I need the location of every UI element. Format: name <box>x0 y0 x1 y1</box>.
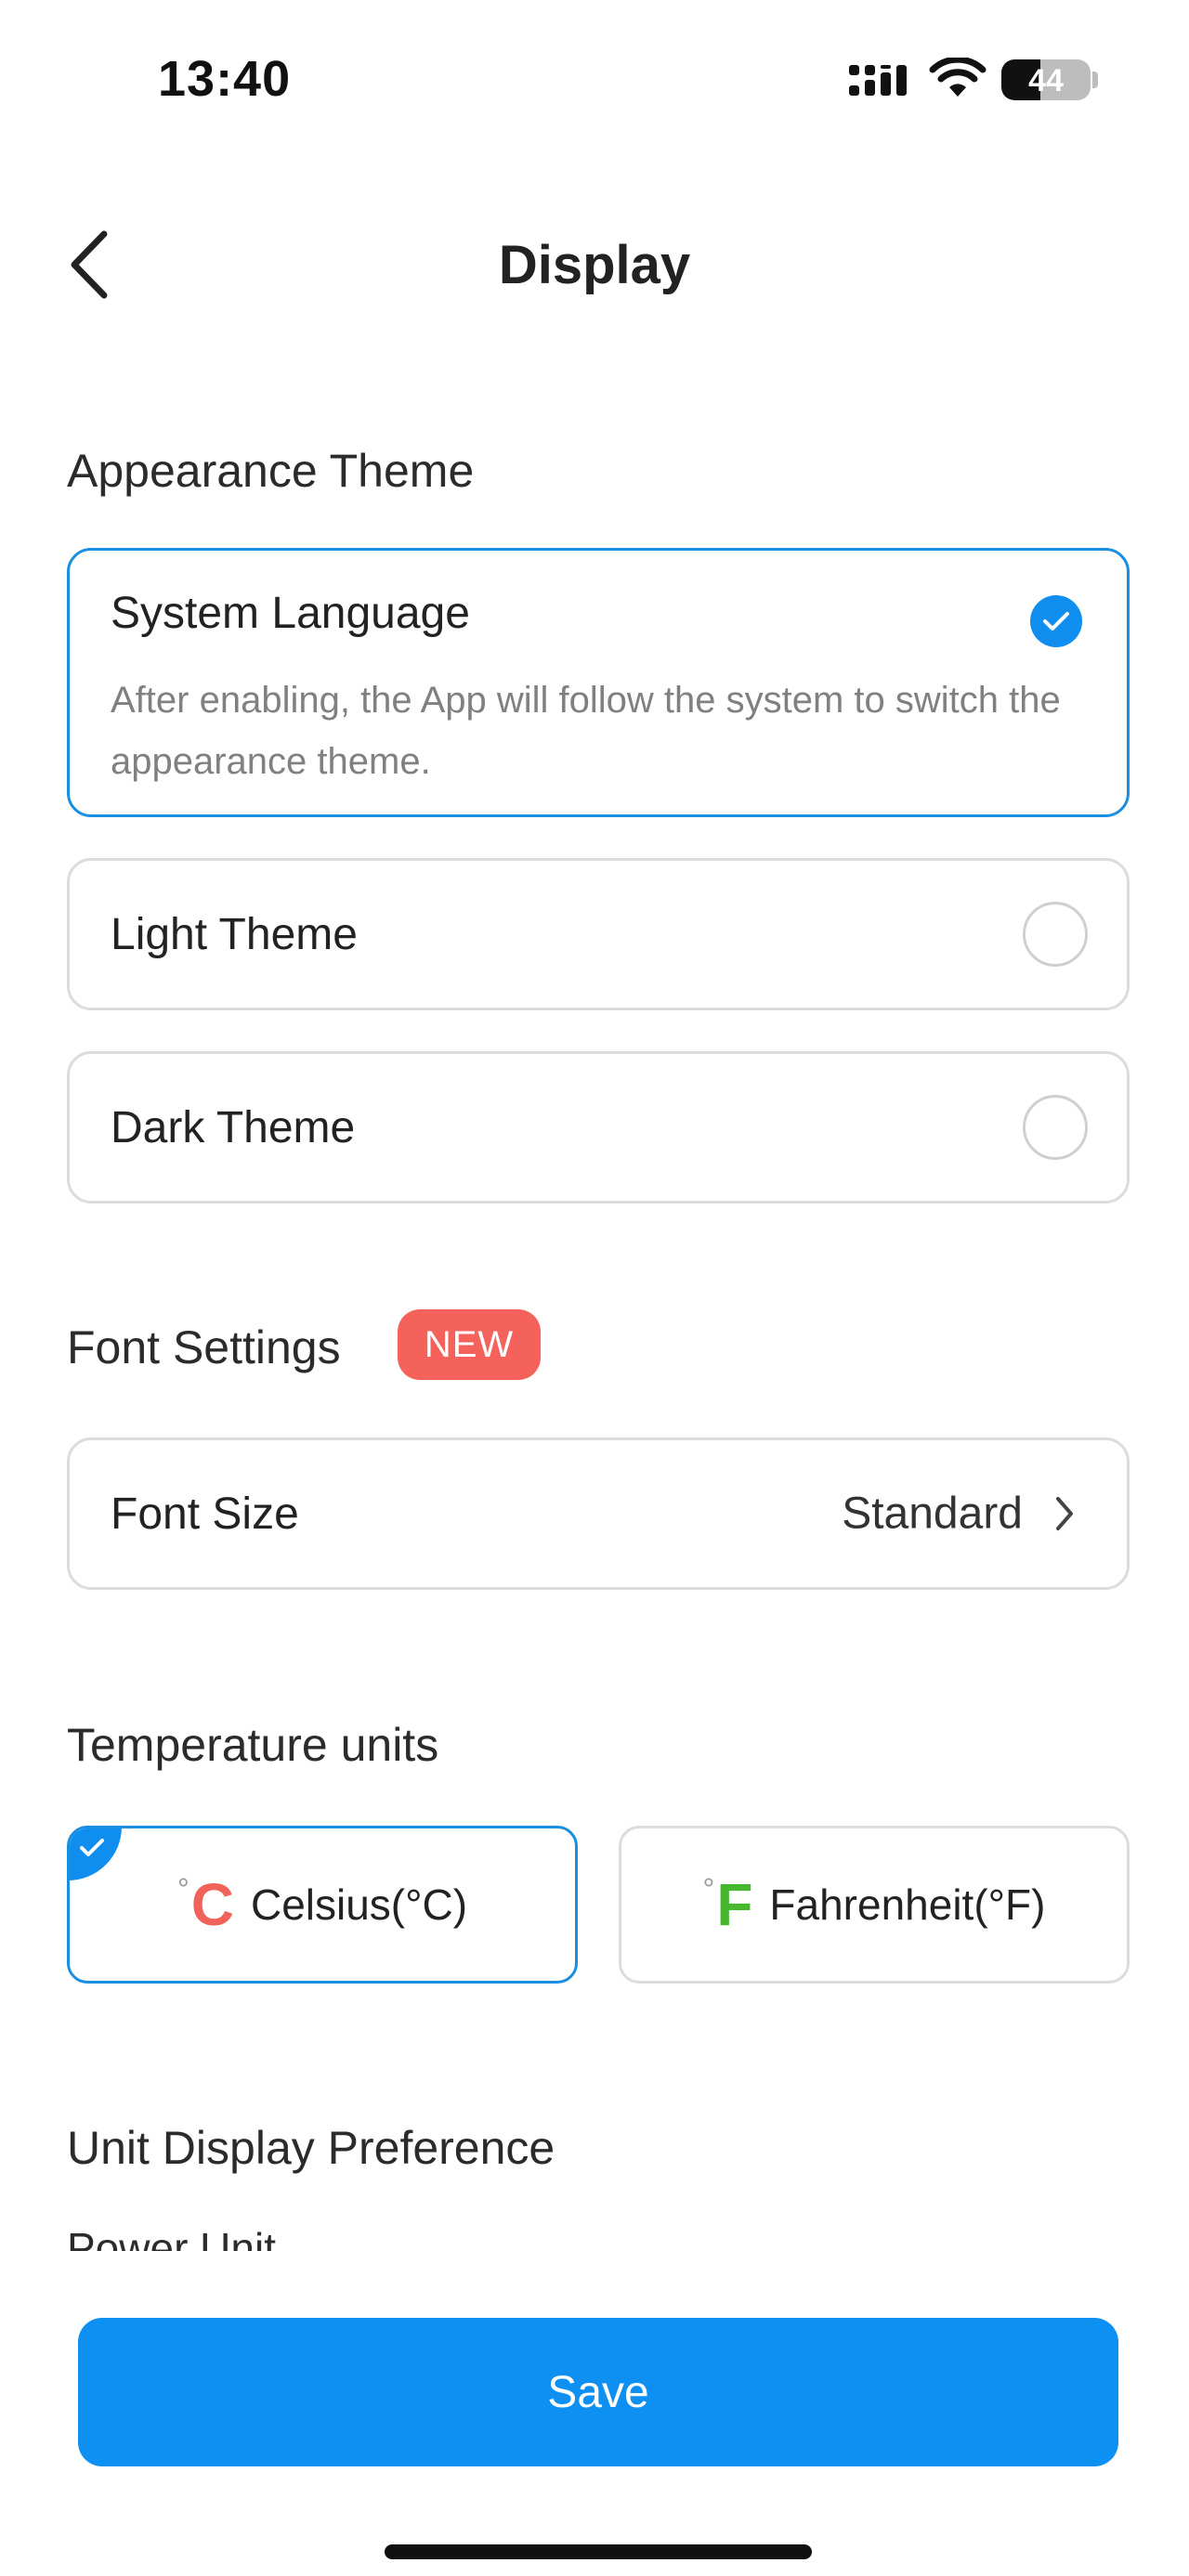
battery-icon: 44 <box>1001 59 1091 100</box>
temperature-option-label: Fahrenheit(°F) <box>769 1880 1046 1929</box>
appearance-theme-heading: Appearance Theme <box>67 445 475 497</box>
theme-option-light[interactable]: Light Theme <box>67 858 1130 1010</box>
temperature-units-heading: Temperature units <box>67 1719 439 1771</box>
degree-symbol: ° <box>702 1872 715 1906</box>
save-button[interactable]: Save <box>78 2318 1118 2466</box>
selected-corner-badge <box>70 1828 122 1880</box>
fahrenheit-letter: F <box>716 1871 753 1938</box>
theme-option-label: Light Theme <box>111 910 358 959</box>
battery-tip <box>1092 72 1098 88</box>
radio-unchecked-icon[interactable] <box>1023 902 1088 967</box>
home-indicator <box>385 2544 812 2559</box>
cellular-signal-icon <box>849 65 907 96</box>
theme-option-description: After enabling, the App will follow the … <box>111 680 1061 782</box>
radio-checked-icon[interactable] <box>1030 595 1082 647</box>
theme-option-dark[interactable]: Dark Theme <box>67 1051 1130 1203</box>
unit-display-heading: Unit Display Preference <box>67 2122 555 2174</box>
celsius-letter: C <box>190 1871 234 1938</box>
theme-option-label: Dark Theme <box>111 1103 356 1152</box>
temperature-option-label: Celsius(°C) <box>250 1880 468 1929</box>
checkmark-icon <box>1043 612 1069 631</box>
status-time: 13:40 <box>158 51 292 107</box>
battery-percentage: 44 <box>1028 63 1064 98</box>
wifi-icon <box>929 58 986 97</box>
font-size-label: Font Size <box>111 1490 299 1539</box>
temperature-option-celsius[interactable]: ° C Celsius(°C) <box>67 1826 578 1984</box>
font-size-value: Standard <box>842 1489 1023 1539</box>
chevron-right-icon <box>1056 1497 1073 1530</box>
fahrenheit-icon: ° F <box>703 1872 753 1937</box>
theme-option-label: System Language <box>111 589 470 638</box>
font-settings-heading: Font Settings <box>67 1321 341 1373</box>
radio-unchecked-icon[interactable] <box>1023 1095 1088 1160</box>
power-unit-row: Power Unit <box>67 2219 624 2251</box>
temperature-option-fahrenheit[interactable]: ° F Fahrenheit(°F) <box>619 1826 1130 1984</box>
power-unit-label: Power Unit <box>67 2224 276 2251</box>
page-title: Display <box>498 235 691 295</box>
theme-option-system[interactable]: System Language After enabling, the App … <box>67 548 1130 817</box>
font-size-row[interactable]: Font Size Standard <box>67 1438 1130 1590</box>
celsius-icon: ° C <box>177 1872 234 1937</box>
new-badge: NEW <box>398 1309 541 1380</box>
degree-symbol: ° <box>176 1872 189 1906</box>
checkmark-icon <box>80 1839 104 1856</box>
